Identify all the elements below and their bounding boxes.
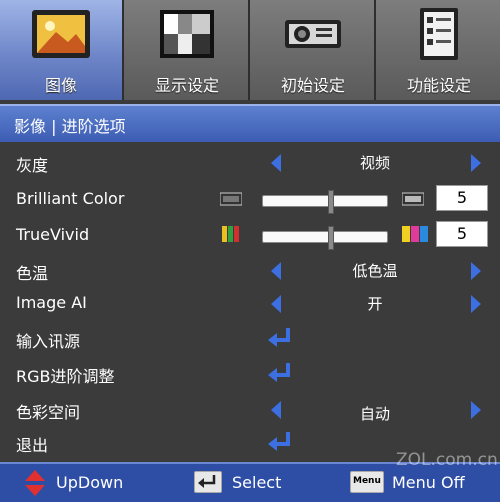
item-label: 退出 bbox=[16, 436, 49, 455]
slider-thumb[interactable] bbox=[328, 190, 334, 214]
menu-item-truevivid[interactable]: TrueVivid 5 bbox=[0, 219, 500, 253]
menu-item-input-source[interactable]: 输入讯源 bbox=[0, 322, 500, 356]
menu-item-image-ai[interactable]: Image AI 开 bbox=[0, 287, 500, 321]
item-value: 低色温 bbox=[352, 262, 398, 280]
menu-off-label: Menu Off bbox=[392, 473, 465, 492]
truevivid-low-icon bbox=[222, 226, 239, 242]
breadcrumb-text: 影像 | 进阶选项 bbox=[14, 117, 126, 136]
item-label: 输入讯源 bbox=[16, 332, 81, 351]
updown-label: UpDown bbox=[56, 473, 124, 492]
menu-item-color-space[interactable]: 色彩空间 自动 bbox=[0, 393, 500, 427]
menu-item-gamma[interactable]: 灰度 视频 bbox=[0, 146, 500, 180]
item-label: Image AI bbox=[16, 293, 87, 312]
item-label: 色彩空间 bbox=[16, 403, 81, 422]
menu-item-brilliant-color[interactable]: Brilliant Color 5 bbox=[0, 183, 500, 217]
projector-icon bbox=[285, 20, 341, 48]
tab-label: 显示设定 bbox=[154, 76, 219, 95]
arrow-left-icon[interactable] bbox=[271, 262, 281, 280]
osd-menu: 图像 显示设定 初始设定 功能设定 影像 | 进阶选项 灰度 视频 Brilli… bbox=[0, 0, 500, 502]
enter-icon[interactable] bbox=[266, 325, 294, 351]
updown-icon bbox=[25, 470, 45, 496]
checklist-icon bbox=[420, 8, 458, 60]
brilliant-low-icon bbox=[220, 192, 242, 206]
item-value: 视频 bbox=[359, 154, 390, 172]
value-box: 5 bbox=[436, 221, 488, 247]
brilliant-high-icon bbox=[402, 192, 424, 206]
tab-image[interactable]: 图像 bbox=[0, 0, 124, 100]
menu-item-rgb-advanced[interactable]: RGB进阶调整 bbox=[0, 357, 500, 391]
arrow-right-icon[interactable] bbox=[471, 262, 481, 280]
enter-key-icon bbox=[194, 471, 222, 493]
item-value: 自动 bbox=[359, 405, 390, 423]
brilliant-color-slider[interactable] bbox=[262, 190, 388, 214]
enter-icon[interactable] bbox=[266, 429, 294, 455]
item-label: RGB进阶调整 bbox=[16, 367, 115, 386]
enter-icon[interactable] bbox=[266, 360, 294, 386]
watermark: ZOL.com.cn bbox=[396, 450, 498, 470]
tab-label: 功能设定 bbox=[406, 76, 471, 95]
select-label: Select bbox=[232, 473, 282, 492]
item-label: Brilliant Color bbox=[16, 189, 125, 208]
menu-key-icon: Menu bbox=[350, 471, 384, 493]
tab-label: 图像 bbox=[44, 76, 77, 95]
item-value: 开 bbox=[367, 295, 383, 313]
arrow-left-icon[interactable] bbox=[271, 401, 281, 419]
tab-bar: 图像 显示设定 初始设定 功能设定 bbox=[0, 0, 500, 100]
value-box: 5 bbox=[436, 185, 488, 211]
arrow-right-icon[interactable] bbox=[471, 154, 481, 172]
arrow-left-icon[interactable] bbox=[271, 295, 281, 313]
truevivid-high-icon bbox=[402, 226, 428, 242]
slider-thumb[interactable] bbox=[328, 226, 334, 250]
tab-setup[interactable]: 初始设定 bbox=[252, 0, 376, 100]
item-label: 灰度 bbox=[16, 156, 49, 175]
tab-options[interactable]: 功能设定 bbox=[378, 0, 500, 100]
picture-icon bbox=[32, 10, 90, 58]
tab-label: 初始设定 bbox=[280, 76, 345, 95]
breadcrumb: 影像 | 进阶选项 bbox=[0, 104, 500, 142]
arrow-left-icon[interactable] bbox=[271, 154, 281, 172]
arrow-right-icon[interactable] bbox=[471, 401, 481, 419]
display-icon bbox=[160, 10, 214, 58]
item-label: 色温 bbox=[16, 264, 49, 283]
truevivid-slider[interactable] bbox=[262, 226, 388, 250]
arrow-right-icon[interactable] bbox=[471, 295, 481, 313]
menu-item-color-temp[interactable]: 色温 低色温 bbox=[0, 254, 500, 288]
item-label: TrueVivid bbox=[16, 225, 90, 244]
tab-display[interactable]: 显示设定 bbox=[126, 0, 250, 100]
